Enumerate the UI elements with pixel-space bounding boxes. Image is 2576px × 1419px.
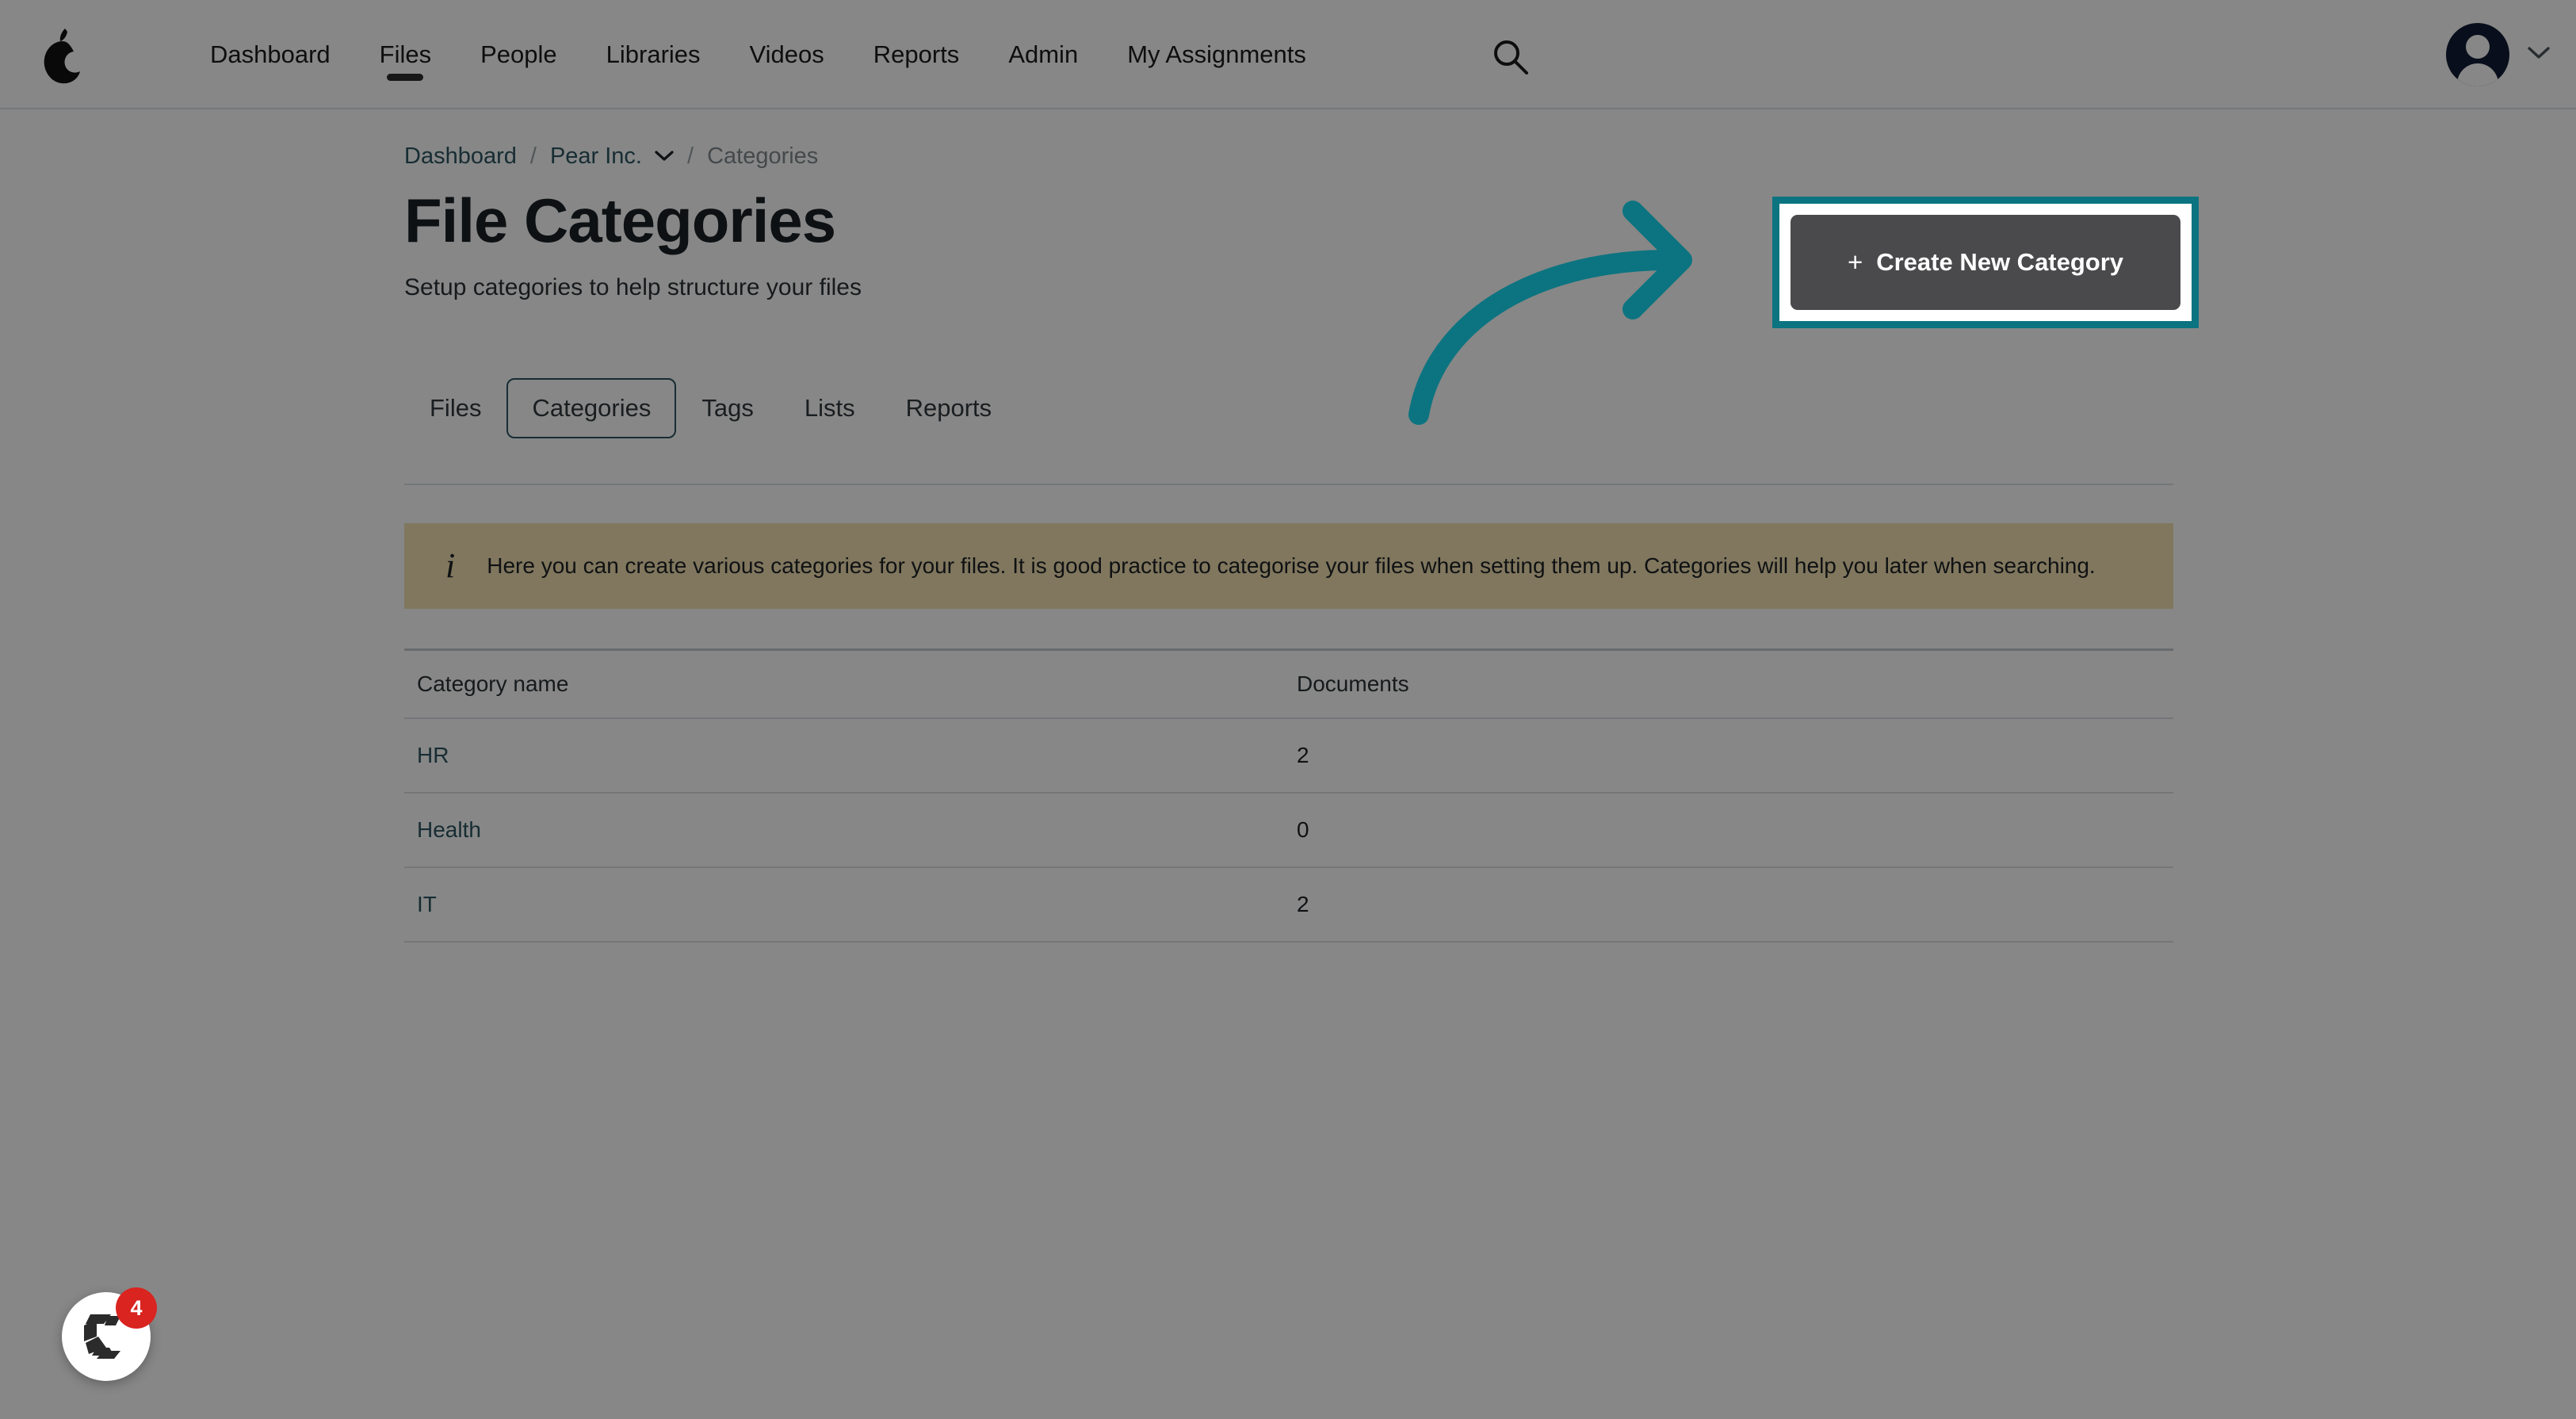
breadcrumb-organisation[interactable]: Pear Inc. — [550, 143, 642, 170]
category-link-it[interactable]: IT — [417, 892, 437, 916]
table-cell-category-name: IT — [404, 866, 1284, 943]
table-row[interactable]: HR 2 — [404, 717, 2173, 794]
nav-link-dashboard[interactable]: Dashboard — [185, 0, 355, 109]
create-new-category-highlight: + Create New Category — [1772, 197, 2199, 328]
table-row[interactable]: IT 2 — [404, 866, 2173, 943]
plus-icon: + — [1847, 247, 1863, 277]
help-widget-badge: 4 — [116, 1287, 157, 1329]
tab-categories[interactable]: Categories — [506, 377, 677, 438]
tab-files[interactable]: Files — [404, 378, 506, 438]
chevron-down-icon[interactable] — [655, 151, 674, 162]
nav-link-libraries[interactable]: Libraries — [582, 0, 725, 109]
create-new-category-button[interactable]: + Create New Category — [1791, 215, 2180, 310]
tabs-divider — [404, 483, 2173, 485]
column-header-documents[interactable]: Documents — [1284, 648, 2173, 719]
tab-lists[interactable]: Lists — [779, 378, 881, 438]
nav-user-menu[interactable] — [2446, 0, 2551, 109]
breadcrumb-separator-2: / — [687, 143, 694, 169]
table-cell-documents: 2 — [1284, 717, 2173, 794]
table-cell-documents: 0 — [1284, 792, 2173, 868]
tab-bar: Files Categories Tags Lists Reports — [404, 374, 2173, 442]
tab-reports[interactable]: Reports — [881, 378, 1018, 438]
nav-links: Dashboard Files People Libraries Videos … — [185, 0, 1331, 109]
breadcrumb-separator-1: / — [529, 143, 537, 169]
nav-link-admin[interactable]: Admin — [984, 0, 1103, 109]
nav-link-reports[interactable]: Reports — [849, 0, 984, 109]
tab-tags[interactable]: Tags — [676, 378, 778, 438]
categories-table: Category name Documents HR 2 Health 0 IT… — [404, 648, 2173, 943]
nav-link-my-assignments[interactable]: My Assignments — [1103, 0, 1331, 109]
breadcrumb: Dashboard / Pear Inc. / Categories — [404, 109, 2173, 169]
info-banner-text: Here you can create various categories f… — [487, 553, 2096, 578]
table-cell-category-name: Health — [404, 792, 1284, 868]
pear-logo-icon[interactable] — [30, 22, 97, 89]
create-new-category-label: Create New Category — [1876, 248, 2124, 276]
breadcrumb-current: Categories — [707, 143, 819, 169]
help-widget-launcher[interactable]: 4 — [62, 1287, 157, 1381]
nav-link-videos[interactable]: Videos — [725, 0, 849, 109]
user-avatar-icon[interactable] — [2446, 23, 2509, 86]
nav-link-files[interactable]: Files — [355, 0, 456, 109]
table-header-row: Category name Documents — [404, 648, 2173, 719]
info-italic-i-icon: i — [445, 545, 456, 585]
column-header-category-name[interactable]: Category name — [404, 648, 1284, 719]
table-cell-category-name: HR — [404, 717, 1284, 794]
nav-link-people[interactable]: People — [456, 0, 582, 109]
avatar-body — [2457, 63, 2498, 86]
category-link-hr[interactable]: HR — [417, 743, 449, 767]
chevron-down-icon[interactable] — [2527, 46, 2551, 64]
avatar-head — [2466, 35, 2490, 59]
search-icon[interactable] — [1490, 36, 1531, 78]
top-navigation-bar: Dashboard Files People Libraries Videos … — [0, 0, 2576, 109]
info-banner: i Here you can create various categories… — [404, 522, 2173, 609]
table-cell-documents: 2 — [1284, 866, 2173, 943]
breadcrumb-dashboard[interactable]: Dashboard — [404, 143, 517, 170]
category-link-health[interactable]: Health — [417, 817, 481, 842]
table-row[interactable]: Health 0 — [404, 792, 2173, 868]
